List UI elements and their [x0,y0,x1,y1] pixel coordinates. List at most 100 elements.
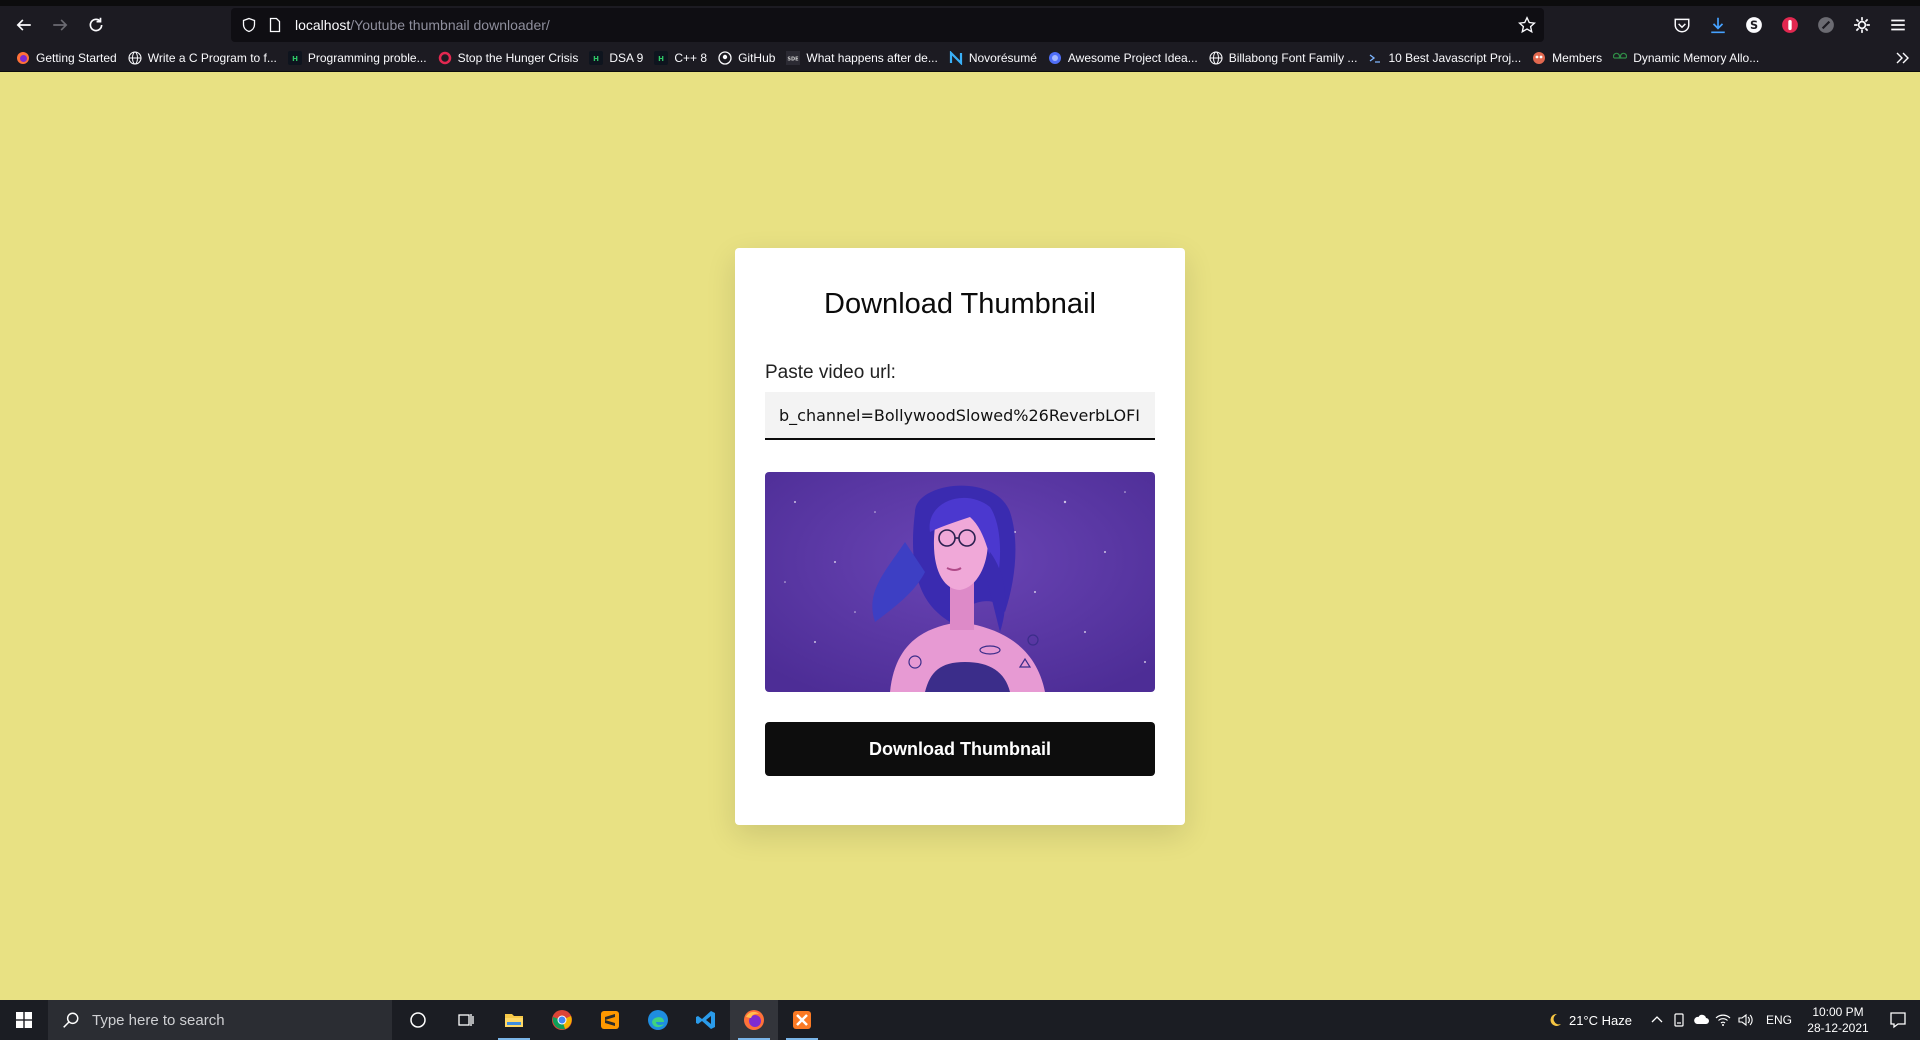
volume-button[interactable] [1734,1000,1756,1040]
xampp-app[interactable] [778,1000,826,1040]
extension-red-button[interactable] [1772,7,1808,43]
bookmark-label: Awesome Project Idea... [1067,50,1198,65]
downloads-button[interactable] [1700,7,1736,43]
bookmark-item[interactable]: Stop the Hunger Crisis [432,46,584,70]
reload-button[interactable] [78,7,114,43]
bookmark-item[interactable]: 10 Best Javascript Proj... [1362,46,1526,70]
bookmark-item[interactable]: H DSA 9 [583,46,648,70]
thumbnail-image [765,472,1155,692]
search-icon [63,1012,79,1028]
url-host: localhost [295,17,351,33]
device-button[interactable] [1668,1000,1690,1040]
firefox-icon [744,1010,764,1030]
bookmark-label: 10 Best Javascript Proj... [1388,50,1522,65]
hackerrank-icon: H [588,50,604,66]
arrow-left-icon [16,19,31,31]
svg-text:H: H [593,55,599,63]
bookmark-item[interactable]: Write a C Program to f... [122,46,282,70]
bookmark-item[interactable]: Dynamic Memory Allo... [1607,46,1764,70]
pocket-icon [1674,18,1690,33]
extension-grey-button[interactable] [1808,7,1844,43]
firefox-app[interactable] [730,1000,778,1040]
start-button[interactable] [0,1000,48,1040]
bookmark-item[interactable]: GitHub [712,46,780,70]
clock-time: 10:00 PM [1812,1005,1864,1019]
arrow-right-icon [53,19,68,31]
globe-icon [127,50,143,66]
bookmark-label: Getting Started [36,50,117,65]
bookmark-item[interactable]: SDE What happens after de... [780,46,942,70]
forward-button[interactable] [42,7,78,43]
address-bar[interactable]: localhost/Youtube thumbnail downloader/ [231,8,1544,42]
moon-cloud-icon [1550,1013,1561,1026]
github-icon [717,50,733,66]
bookmark-label: Novorésumé [968,50,1037,65]
url-label: Paste video url: [765,362,896,383]
extension-gear-button[interactable] [1844,7,1880,43]
double-chevron-right-icon [1896,52,1909,64]
pocket-button[interactable] [1664,7,1700,43]
novoresume-icon [948,50,964,66]
url-path: /Youtube thumbnail downloader/ [350,17,550,33]
vscode-app[interactable] [682,1000,730,1040]
chrome-app[interactable] [538,1000,586,1040]
bookmark-item[interactable]: H Programming proble... [282,46,432,70]
download-card: Download Thumbnail Paste video url: C3Y&… [735,248,1185,825]
back-button[interactable] [6,7,42,43]
bookmark-label: Programming proble... [307,50,427,65]
show-hidden-icons-button[interactable] [1646,1000,1668,1040]
speaker-icon [1738,1013,1753,1027]
chevron-up-icon [1651,1016,1663,1023]
bookmark-star-icon[interactable] [1518,16,1536,34]
sublime-icon [601,1011,619,1029]
bookmark-item[interactable]: Awesome Project Idea... [1042,46,1203,70]
task-view-button[interactable] [442,1000,490,1040]
onedrive-button[interactable] [1690,1000,1712,1040]
extension-s-button[interactable]: S [1736,7,1772,43]
red-extension-icon [1782,17,1798,33]
globe-icon [1208,50,1224,66]
menu-button[interactable] [1880,7,1916,43]
bookmarks-overflow-button[interactable] [1892,48,1912,68]
file-explorer-app[interactable] [490,1000,538,1040]
thumbnail-preview [765,472,1155,692]
edge-icon [648,1010,668,1030]
cortana-button[interactable] [394,1000,442,1040]
s-extension-icon: S [1746,17,1762,33]
network-button[interactable] [1712,1000,1734,1040]
video-url-input[interactable] [765,392,1155,440]
weather-text[interactable]: 21°C Haze [1569,1013,1632,1028]
language-indicator[interactable]: ENG [1766,1013,1792,1027]
edge-app[interactable] [634,1000,682,1040]
bookmark-label: Dynamic Memory Allo... [1633,50,1760,65]
site-icon: SDE [785,50,801,66]
task-view-icon [458,1014,474,1026]
globe-blue-icon [1047,50,1063,66]
browser-toolbar: localhost/Youtube thumbnail downloader/ … [0,6,1920,44]
taskbar-search[interactable]: Type here to search [48,1000,392,1040]
reload-icon [89,17,103,32]
bookmark-item[interactable]: Getting Started [10,46,122,70]
bookmark-label: Write a C Program to f... [147,50,277,65]
firefox-icon [15,50,31,66]
bookmark-label: C++ 8 [674,50,708,65]
bookmark-item[interactable]: Members [1526,46,1607,70]
sublime-app[interactable] [586,1000,634,1040]
bookmark-item[interactable]: H C++ 8 [648,46,712,70]
wifi-icon [1715,1014,1731,1026]
device-icon [1674,1013,1684,1027]
windows-taskbar: Type here to search 21°C Haze ENG 10:00 … [0,1000,1920,1040]
download-thumbnail-button[interactable]: Download Thumbnail [765,722,1155,776]
weather-button[interactable] [1541,1000,1569,1040]
windows-logo-icon [16,1012,32,1028]
clock[interactable]: 10:00 PM 28-12-2021 [1800,1004,1876,1036]
bookmark-label: What happens after de... [806,50,938,65]
notifications-button[interactable] [1876,1000,1920,1040]
bookmark-item[interactable]: Billabong Font Family ... [1203,46,1363,70]
members-icon [1531,50,1547,66]
svg-text:SDE: SDE [788,56,800,62]
bookmark-item[interactable]: Novorésumé [943,46,1042,70]
shield-icon[interactable] [241,17,257,33]
hackerrank-icon: H [287,50,303,66]
notification-icon [1890,1012,1906,1029]
